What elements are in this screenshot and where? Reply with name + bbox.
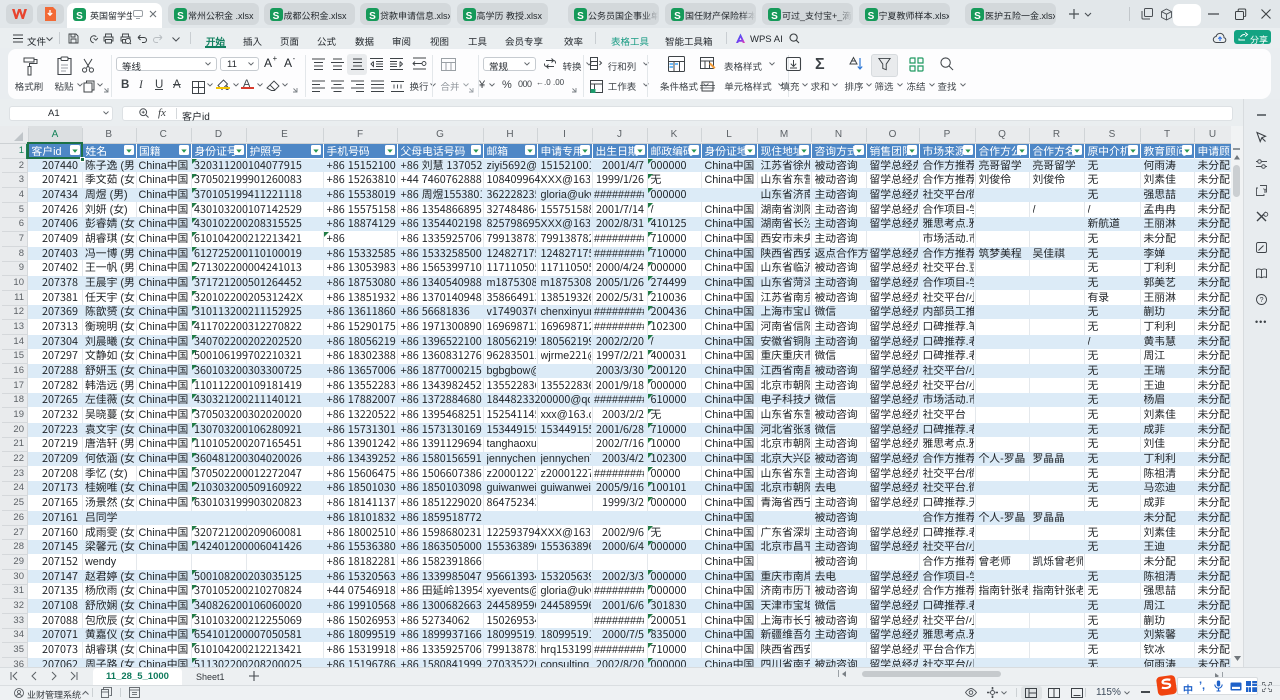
svg-text:?: ? xyxy=(1260,297,1264,304)
